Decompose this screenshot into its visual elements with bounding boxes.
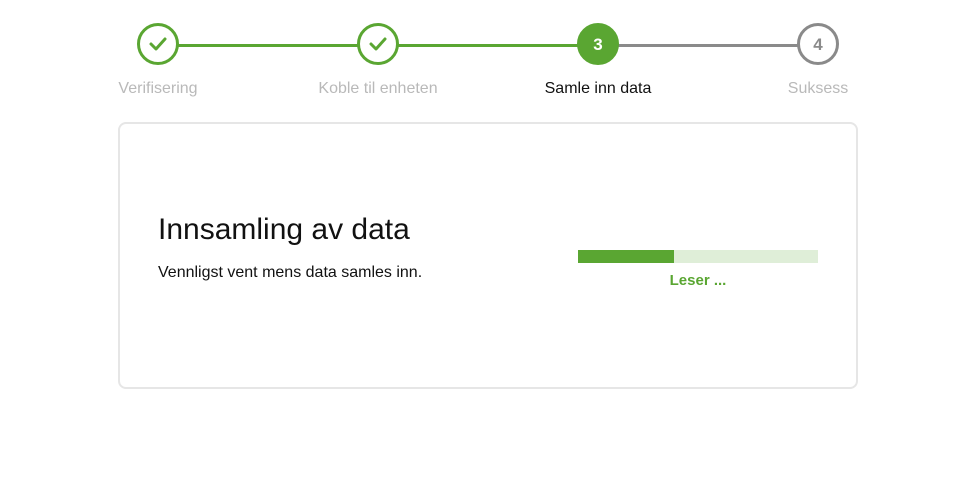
step-4-label: Suksess: [787, 80, 849, 97]
step-4-number: 4: [813, 34, 823, 54]
progress-stepper: Verifisering Koble til enheten 3 Samle i…: [0, 0, 975, 110]
progress-status-text: Leser ...: [669, 272, 727, 289]
step-connector-2-3: [398, 44, 578, 47]
step-3-label: Samle inn data: [544, 80, 652, 97]
step-3-number: 3: [593, 34, 603, 54]
checkmark-icon: [369, 37, 387, 51]
progress-bar-fill: [578, 250, 674, 263]
data-collection-card: Innsamling av data Vennligst vent mens d…: [118, 122, 858, 389]
checkmark-icon: [149, 37, 167, 51]
step-1-circle: [137, 23, 179, 65]
step-2-label: Koble til enheten: [318, 80, 438, 97]
step-3-circle: 3: [577, 23, 619, 65]
step-2-circle: [357, 23, 399, 65]
step-connector-3-4: [618, 44, 798, 47]
step-4-circle: 4: [797, 23, 839, 65]
card-subtitle: Vennligst vent mens data samles inn.: [158, 264, 423, 281]
step-connector-1-2: [178, 44, 358, 47]
progress-indicator: Leser ...: [578, 250, 818, 290]
progress-bar-track: [578, 250, 818, 263]
step-1-label: Verifisering: [118, 80, 198, 97]
card-title: Innsamling av data: [158, 213, 410, 246]
